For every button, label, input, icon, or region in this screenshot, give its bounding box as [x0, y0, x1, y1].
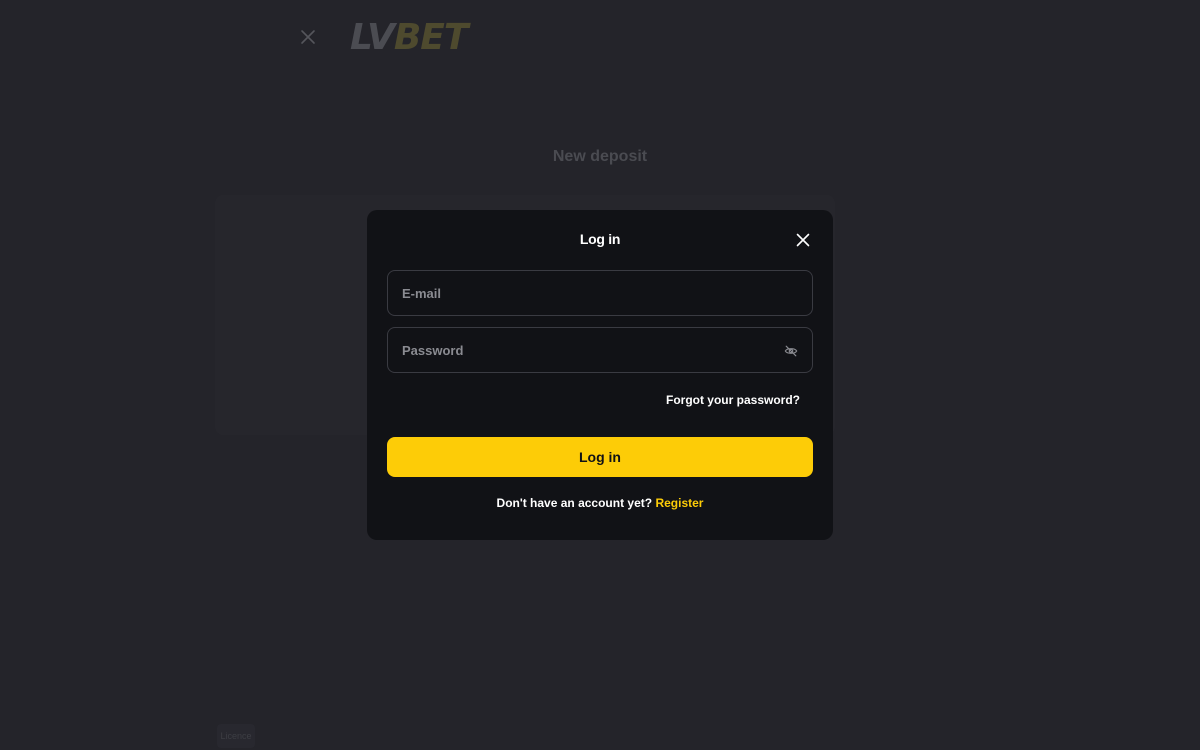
background-licence-chip: Licence [217, 724, 255, 748]
eye-off-icon[interactable] [782, 342, 800, 360]
password-input[interactable] [388, 328, 812, 372]
login-modal: Log in Forgot your password? Log in Don'… [367, 210, 833, 540]
register-prompt: Don't have an account yet? [496, 496, 653, 510]
register-link[interactable]: Register [655, 496, 703, 510]
background-close-icon[interactable] [298, 27, 318, 47]
email-input[interactable] [388, 271, 812, 315]
logo-part-bet: BET [393, 17, 469, 58]
password-field-wrapper [387, 327, 813, 373]
modal-title: Log in [579, 231, 621, 247]
register-line: Don't have an account yet? Register [367, 496, 833, 510]
logo-part-lv: LV [350, 17, 395, 58]
background-page-title: New deposit [552, 148, 648, 165]
login-button[interactable]: Log in [387, 437, 813, 477]
page: LV BET New deposit Licence Log in E-mail… [0, 0, 1200, 750]
forgot-password-link[interactable]: Forgot your password? [666, 393, 800, 407]
modal-close-icon[interactable] [795, 232, 811, 248]
email-field-wrapper [387, 270, 813, 316]
brand-logo[interactable]: LV BET [350, 17, 469, 58]
